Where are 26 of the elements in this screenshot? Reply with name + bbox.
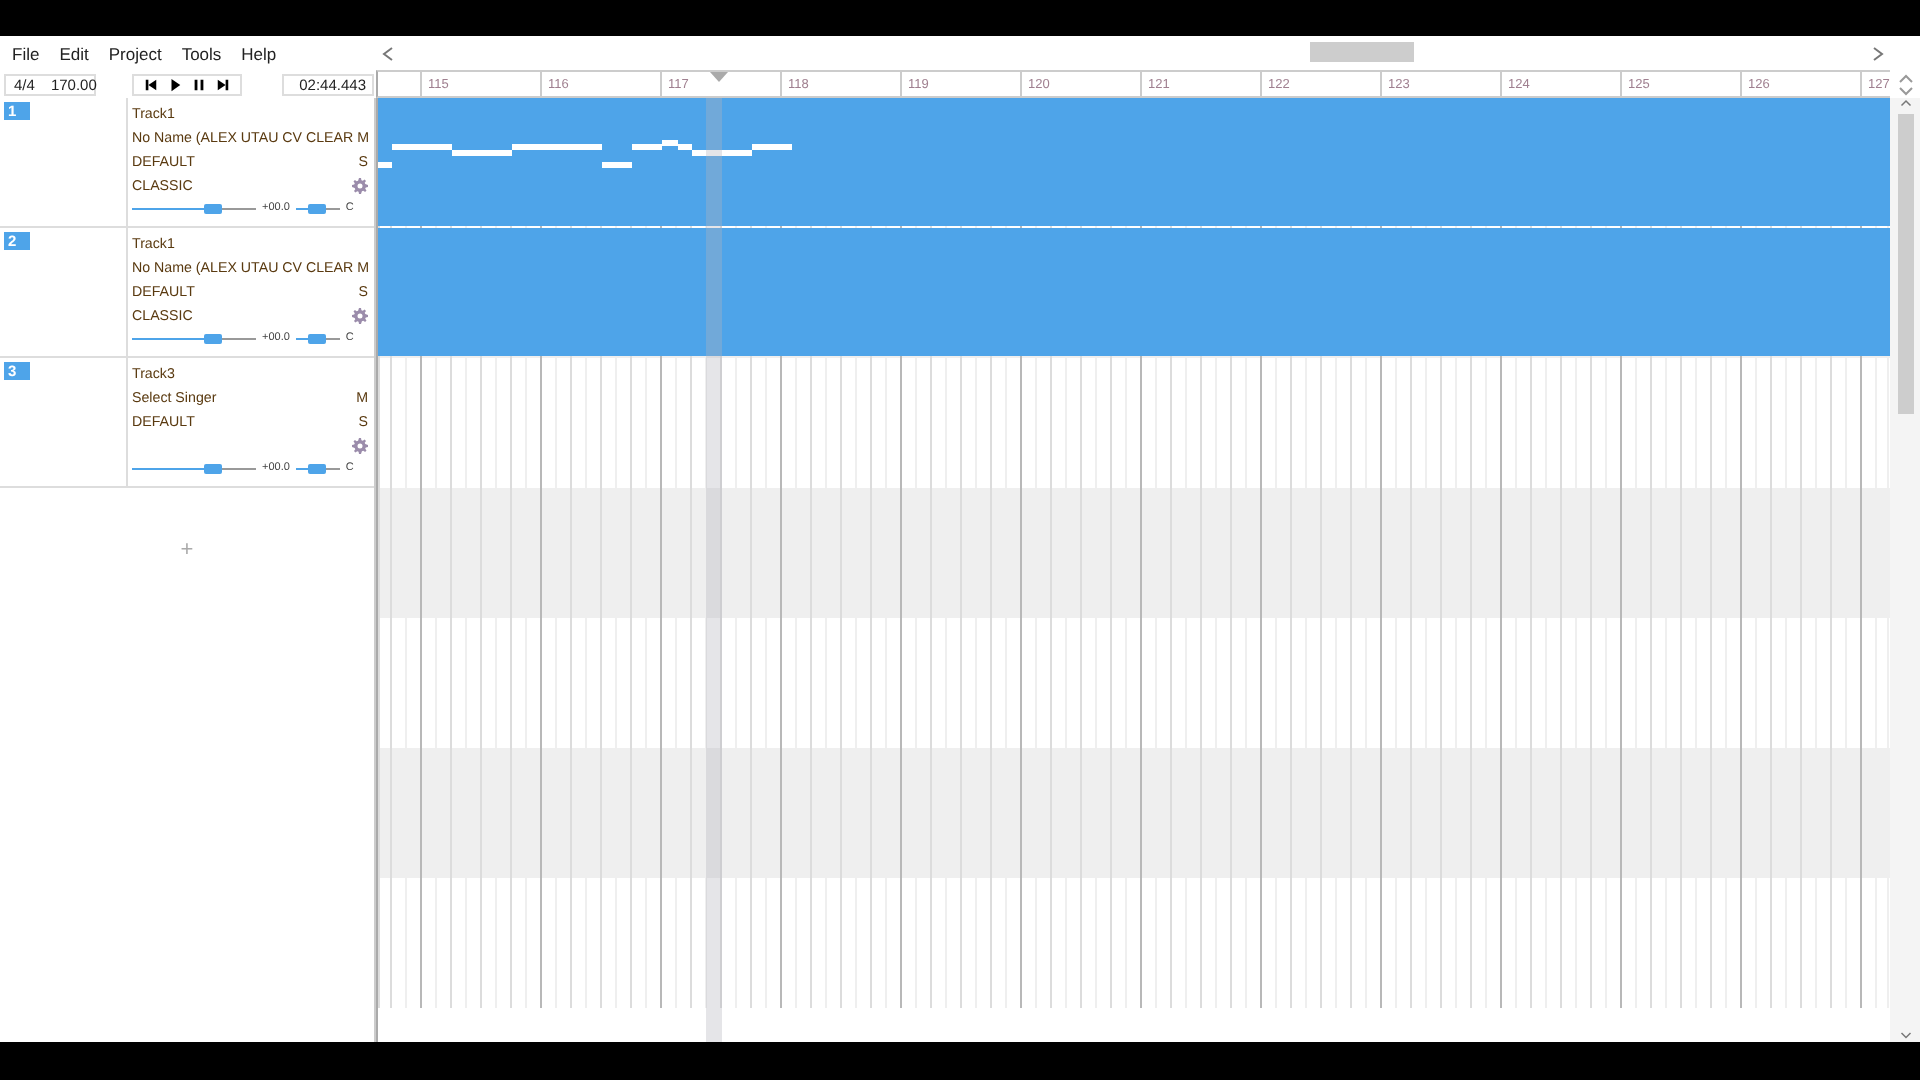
menu-item[interactable]: Project [100,43,170,63]
settings-icon[interactable] [352,308,368,325]
play-icon[interactable] [168,77,182,91]
playhead-marker-icon[interactable] [710,72,728,82]
skip-back-icon[interactable] [144,77,158,91]
scroll-right-icon[interactable] [1872,45,1884,61]
slider-thumb[interactable] [308,203,327,214]
scrollbar-thumb[interactable] [1310,42,1414,62]
menu-item[interactable]: Tools [173,43,230,63]
slider-thumb[interactable] [308,463,327,474]
slider-thumb[interactable] [203,333,222,344]
scroll-left-icon[interactable] [382,45,394,61]
settings-icon[interactable] [352,438,368,455]
scroll-down-icon[interactable] [1897,1030,1913,1042]
slider-thumb[interactable] [308,333,327,344]
menu-item[interactable]: File [4,43,48,63]
zoom-arrows-icon[interactable] [1897,73,1913,95]
skip-forward-icon[interactable] [216,77,230,91]
scrollbar-thumb[interactable] [1897,114,1913,414]
settings-icon[interactable] [352,178,368,195]
pause-icon[interactable] [192,77,206,91]
slider-thumb[interactable] [203,463,222,474]
scroll-up-icon[interactable] [1897,98,1913,110]
slider-thumb[interactable] [203,203,222,214]
menu-item[interactable]: Edit [51,43,97,63]
menu-item[interactable]: Help [233,43,285,63]
